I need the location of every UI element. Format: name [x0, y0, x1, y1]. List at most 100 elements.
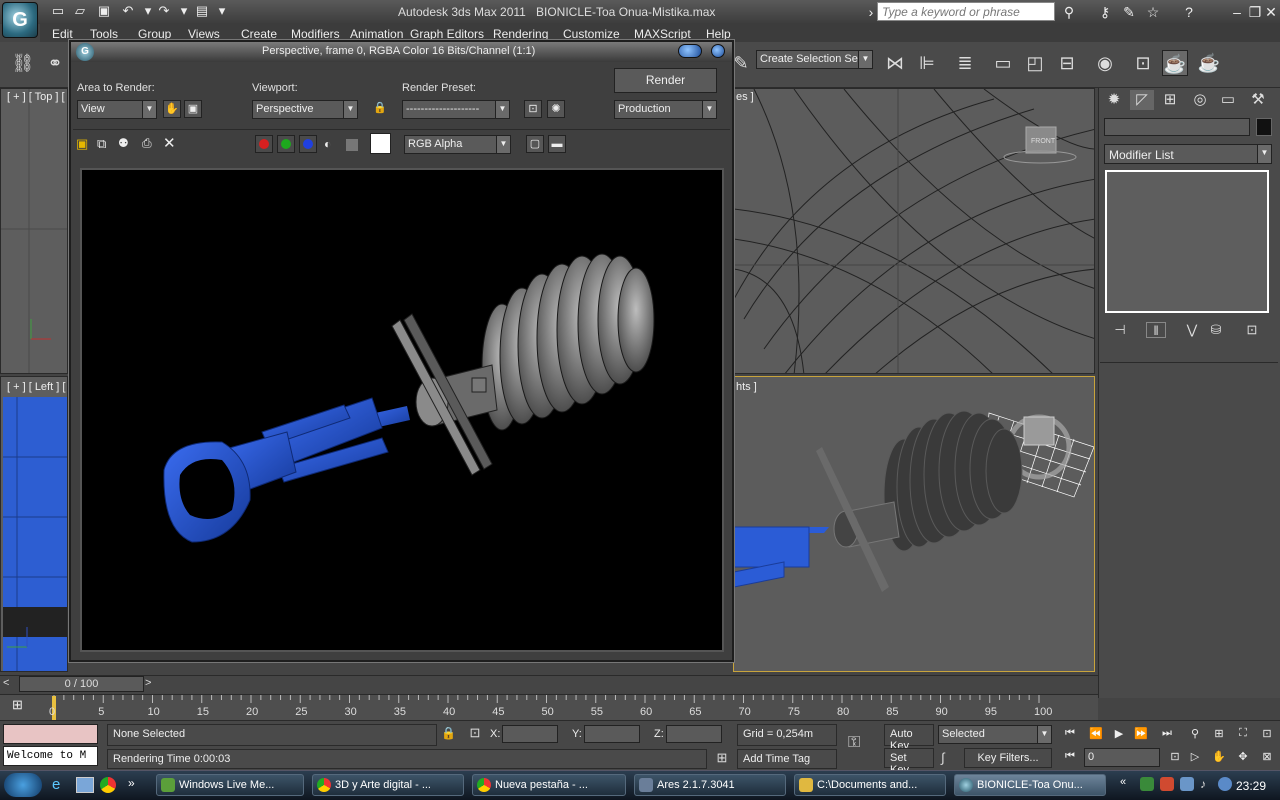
time-configuration-icon[interactable]: ⊡	[1166, 750, 1184, 766]
app-logo-icon[interactable]: G	[2, 2, 38, 38]
area-to-render-dropdown[interactable]: View ▼	[77, 100, 157, 119]
clear-icon[interactable]: ✕	[163, 134, 179, 152]
chrome-quicklaunch-icon[interactable]	[100, 777, 116, 793]
menu-help[interactable]: Help	[706, 27, 731, 41]
help-icon[interactable]: ?	[1180, 3, 1198, 21]
auto-key-button[interactable]: Auto Key	[884, 724, 934, 752]
material-editor-icon[interactable]: ◉	[1092, 50, 1118, 76]
tray-network-icon[interactable]	[1180, 777, 1194, 791]
green-channel-button[interactable]	[277, 135, 295, 153]
hierarchy-tab-icon[interactable]: ⊞	[1158, 90, 1182, 110]
menu-graph-editors[interactable]: Graph Editors	[410, 27, 484, 41]
previous-frame-icon[interactable]: ⏪	[1087, 727, 1105, 743]
menu-animation[interactable]: Animation	[350, 27, 403, 41]
tray-app-icon[interactable]	[1140, 777, 1154, 791]
start-button-icon[interactable]	[4, 773, 42, 797]
menu-rendering[interactable]: Rendering	[493, 27, 548, 41]
viewport-front-label[interactable]: es ]	[736, 91, 754, 103]
add-time-tag-button[interactable]: Add Time Tag	[737, 749, 837, 769]
taskbar-item-3dsmax[interactable]: BIONICLE-Toa Onu...	[954, 774, 1106, 796]
default-tangents-icon[interactable]: ∫	[941, 750, 961, 768]
absolute-mode-icon[interactable]: ⊡	[466, 725, 484, 743]
key-selection-dropdown[interactable]: Selected ▼	[938, 725, 1052, 744]
menu-tools[interactable]: Tools	[90, 27, 118, 41]
schematic-view-icon[interactable]: ⊟	[1054, 50, 1080, 76]
viewport-perspective[interactable]: hts ]	[733, 376, 1095, 672]
alpha-channel-icon[interactable]: ◐	[324, 137, 338, 151]
redo-dropdown-icon[interactable]: ▾	[176, 4, 192, 18]
zoom-extents-icon[interactable]: ⛶	[1234, 727, 1252, 743]
search-input[interactable]: Type a keyword or phrase	[877, 2, 1055, 21]
maximize-viewport-icon[interactable]: ⊠	[1258, 750, 1276, 766]
auto-region-icon[interactable]: ▣	[184, 100, 202, 118]
render-setup-small-icon[interactable]: ⊡	[524, 100, 542, 118]
viewport-left[interactable]: [ + ] [ Left ] [	[0, 376, 68, 672]
redo-icon[interactable]: ↷	[156, 4, 172, 18]
object-name-field[interactable]	[1104, 118, 1250, 136]
display-tab-icon[interactable]: ▭	[1216, 90, 1240, 110]
production-dropdown[interactable]: Production ▼	[614, 100, 717, 119]
viewport-front[interactable]: FRONT es ]	[733, 88, 1095, 374]
viewport-top[interactable]: [ + ] [ Top ] [	[0, 88, 68, 374]
communication-icon[interactable]: ✎	[1120, 3, 1138, 21]
toggle-ui-overlay-icon[interactable]: ▢	[526, 135, 544, 153]
toggle-ui-icon[interactable]: ▬	[548, 135, 566, 153]
copy-image-icon[interactable]: ⧉	[97, 136, 111, 151]
orbit-icon[interactable]: ✥	[1234, 750, 1252, 766]
utilities-tab-icon[interactable]: ⚒	[1246, 90, 1270, 110]
selection-set-dropdown[interactable]: Create Selection Se ▼	[756, 50, 873, 69]
prev-frame-arrow-icon[interactable]: <	[3, 677, 9, 689]
menu-customize[interactable]: Customize	[563, 27, 620, 41]
show-end-result-icon[interactable]: ‖	[1146, 322, 1166, 338]
quick-access-dropdown-icon[interactable]: ▾	[214, 4, 230, 18]
render-window-close-icon[interactable]	[711, 44, 725, 58]
x-coordinate-input[interactable]	[502, 725, 558, 743]
tray-expand-icon[interactable]: «	[1120, 776, 1126, 788]
red-channel-button[interactable]	[255, 135, 273, 153]
viewport-top-label[interactable]: [ + ] [ Top ] [	[7, 91, 65, 103]
current-frame-field[interactable]: 0	[1084, 748, 1160, 767]
menu-modifiers[interactable]: Modifiers	[291, 27, 340, 41]
modifier-stack[interactable]	[1105, 170, 1269, 313]
layer-manager-icon[interactable]: ≣	[952, 50, 978, 76]
save-image-icon[interactable]: ▣	[76, 136, 90, 151]
time-tag-icon[interactable]: ⊞	[713, 750, 731, 768]
unlink-icon[interactable]: ⚭	[42, 50, 68, 76]
set-key-button[interactable]: Set Key	[884, 748, 934, 776]
menu-views[interactable]: Views	[188, 27, 220, 41]
menu-edit[interactable]: Edit	[52, 27, 73, 41]
display-channel-dropdown[interactable]: RGB Alpha ▼	[404, 135, 511, 154]
object-color-swatch[interactable]	[1256, 118, 1272, 136]
binoculars-icon[interactable]: ⚲	[1060, 3, 1078, 21]
modify-tab-icon[interactable]: ◸	[1130, 90, 1154, 110]
tray-messenger-icon[interactable]	[1218, 777, 1232, 791]
color-swatch[interactable]	[370, 133, 391, 154]
time-slider[interactable]: 0 / 100	[19, 676, 144, 692]
align-icon[interactable]: ⊫	[914, 50, 940, 76]
go-to-start-icon[interactable]: ⏮	[1061, 727, 1079, 743]
menu-maxscript[interactable]: MAXScript	[634, 27, 691, 41]
zoom-extents-all-icon[interactable]: ⊡	[1258, 727, 1276, 743]
maxscript-listener-pink[interactable]	[3, 724, 98, 744]
subscription-icon[interactable]: ⚷	[1096, 3, 1114, 21]
new-file-icon[interactable]: ▭	[50, 4, 66, 18]
taskbar-item-ares[interactable]: Ares 2.1.7.3041	[634, 774, 786, 796]
close-icon[interactable]: ✕	[1262, 3, 1280, 21]
render-window-minimize-icon[interactable]	[678, 44, 702, 58]
menu-group[interactable]: Group	[138, 27, 171, 41]
edit-region-icon[interactable]: ✋	[163, 100, 181, 118]
maxscript-listener-input[interactable]: Welcome to M	[3, 746, 98, 766]
selection-lock-icon[interactable]: 🔒	[441, 726, 456, 742]
minimize-icon[interactable]: –	[1228, 3, 1246, 21]
y-coordinate-input[interactable]	[584, 725, 640, 743]
mini-curve-editor-icon[interactable]: ⊞	[12, 697, 32, 715]
blue-channel-button[interactable]	[299, 135, 317, 153]
set-key-key-icon[interactable]: ⚿	[848, 734, 876, 754]
project-folder-icon[interactable]: ▤	[194, 4, 210, 18]
tray-volume-icon[interactable]: ♪	[1200, 777, 1214, 791]
configure-modifier-sets-icon[interactable]: ⊡	[1242, 322, 1262, 338]
taskbar-item-chrome-1[interactable]: 3D y Arte digital - ...	[312, 774, 464, 796]
clone-frame-icon[interactable]: ⚉	[118, 136, 134, 150]
play-icon[interactable]: ▶	[1110, 727, 1128, 743]
print-image-icon[interactable]: ⎙	[142, 136, 158, 150]
